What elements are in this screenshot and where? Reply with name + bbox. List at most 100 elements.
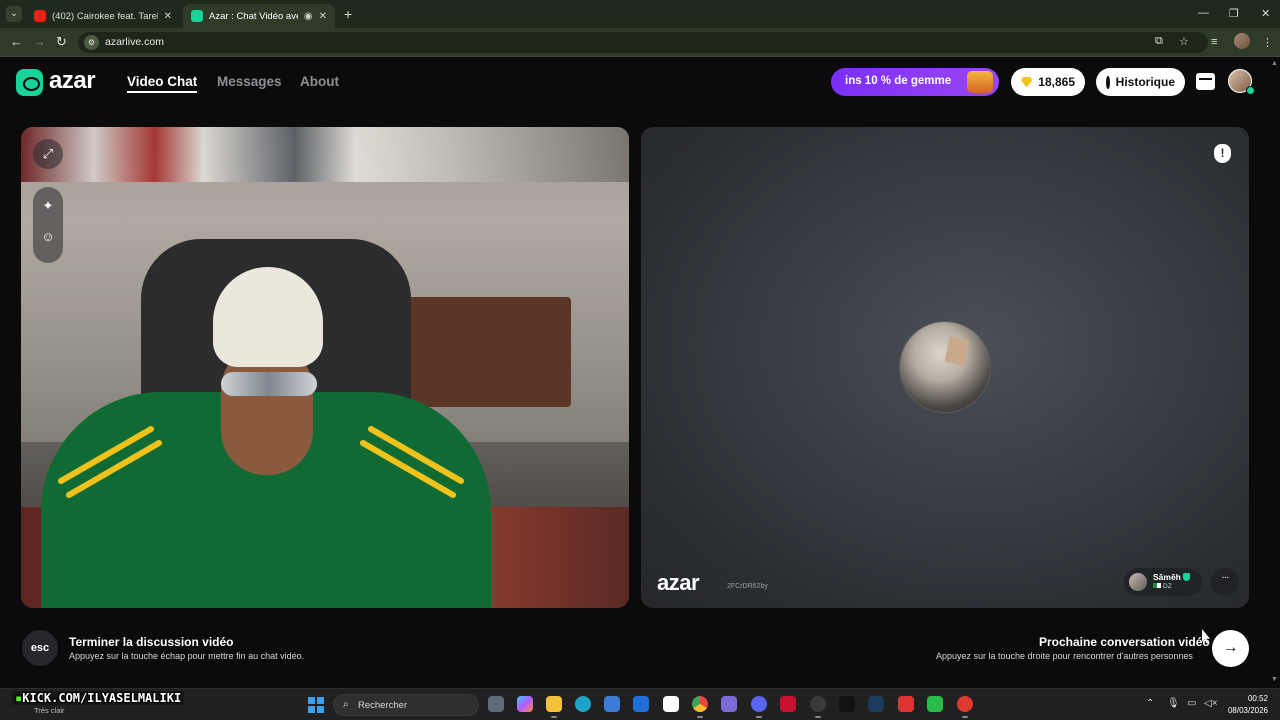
taskbar-search[interactable]: ⌕ Rechercher bbox=[333, 694, 479, 716]
partner-name-row: Sāmēh bbox=[1153, 572, 1190, 582]
store-icon[interactable] bbox=[604, 696, 620, 712]
weather-widget[interactable]: Très clair bbox=[34, 706, 65, 715]
volume-muted-icon[interactable]: ◁× bbox=[1204, 698, 1218, 709]
notification-app-icon[interactable] bbox=[957, 696, 973, 718]
next-chat-subtitle: Appuyez sur la touche droite pour rencon… bbox=[936, 651, 1193, 661]
site-info-icon[interactable]: ⚙ bbox=[84, 35, 99, 50]
forward-icon[interactable]: → bbox=[33, 34, 46, 49]
browser-tab-strip: ⌄ (402) Cairokee feat. Tarek El-Sh ✕ Aza… bbox=[0, 0, 1280, 28]
game-controller-icon[interactable] bbox=[721, 696, 737, 712]
verified-badge-icon bbox=[1182, 573, 1190, 581]
nav-video-chat[interactable]: Video Chat bbox=[127, 74, 198, 93]
microphone-icon[interactable]: 🎙 bbox=[1167, 698, 1180, 709]
remote-video-panel: ! azar 2FCrDR62by Sāmēh DZ bbox=[641, 127, 1249, 608]
restore-icon[interactable]: ❐ bbox=[1229, 7, 1239, 20]
stream-overlay-text: ▪KICK.COM/ILYASELMALIKI bbox=[12, 691, 185, 705]
adobe-icon[interactable] bbox=[780, 696, 796, 712]
scroll-down-icon[interactable]: ▼ bbox=[1271, 676, 1278, 683]
capcut-icon[interactable] bbox=[663, 696, 679, 712]
browser-menu-icon[interactable]: ⋮ bbox=[1262, 36, 1273, 49]
chat-bubble-icon[interactable] bbox=[1211, 568, 1239, 596]
next-arrow-button[interactable]: → bbox=[1212, 630, 1249, 667]
azar-header: azar Video Chat Messages About ins 10 % … bbox=[0, 57, 1280, 107]
end-chat-subtitle: Appuyez sur la touche échap pour mettre … bbox=[69, 651, 305, 661]
scroll-up-icon[interactable]: ▲ bbox=[1271, 60, 1278, 67]
fullscreen-icon[interactable]: ⤢ bbox=[33, 139, 63, 169]
bookmark-star-icon[interactable]: ☆ bbox=[1179, 35, 1189, 48]
copilot-icon[interactable] bbox=[517, 696, 533, 712]
tab-title: Azar : Chat Vidéo avec de bbox=[209, 10, 298, 22]
partner-country: DZ bbox=[1163, 583, 1172, 590]
online-status-dot bbox=[1246, 86, 1255, 95]
book-image bbox=[944, 336, 970, 366]
steam-icon[interactable] bbox=[868, 696, 884, 712]
person-beanie bbox=[213, 267, 323, 367]
chrome-icon[interactable] bbox=[692, 696, 708, 718]
overlay-url: KICK.COM/ILYASELMALIKI bbox=[22, 691, 182, 705]
search-placeholder: Rechercher bbox=[358, 700, 408, 711]
reading-list-icon[interactable]: ≡ bbox=[1211, 36, 1217, 48]
azar-logo-text[interactable]: azar bbox=[49, 67, 96, 95]
gaming-app-icon[interactable] bbox=[839, 696, 855, 712]
partner-country-row: DZ bbox=[1153, 583, 1172, 590]
obs-icon[interactable] bbox=[810, 696, 826, 718]
file-explorer-icon[interactable] bbox=[546, 696, 562, 718]
cast-icon[interactable]: ⧉ bbox=[1155, 35, 1163, 48]
nav-messages[interactable]: Messages bbox=[217, 74, 282, 89]
partner-name: Sāmēh bbox=[1153, 572, 1181, 582]
tab-search-button[interactable]: ⌄ bbox=[6, 6, 22, 22]
address-bar[interactable]: ⚙ azarlive.com ⧉ ☆ bbox=[78, 32, 1208, 53]
url-text: azarlive.com bbox=[105, 36, 164, 48]
azar-favicon-icon bbox=[191, 10, 203, 22]
treasure-chest-icon bbox=[967, 71, 993, 93]
new-tab-icon[interactable]: + bbox=[344, 6, 352, 22]
tab-title: (402) Cairokee feat. Tarek El-Sh bbox=[52, 10, 158, 22]
edge-icon[interactable] bbox=[575, 696, 591, 712]
gems-count: 18,865 bbox=[1038, 75, 1075, 89]
play-app-icon[interactable] bbox=[927, 696, 943, 712]
tab-azar[interactable]: Azar : Chat Vidéo avec de ◉ ✕ bbox=[183, 4, 335, 28]
azar-logo-icon[interactable] bbox=[16, 69, 43, 96]
back-icon[interactable]: ← bbox=[10, 34, 23, 49]
person-sunglasses bbox=[221, 372, 317, 396]
nav-about[interactable]: About bbox=[300, 74, 339, 89]
history-button[interactable]: Historique bbox=[1096, 68, 1185, 96]
close-tab-icon[interactable]: ✕ bbox=[164, 11, 172, 22]
esc-key-badge[interactable]: esc bbox=[22, 630, 58, 666]
effects-controls: ✦ ☺ bbox=[33, 187, 63, 263]
next-chat-title: Prochaine conversation vidéo bbox=[1039, 635, 1210, 649]
gems-balance-button[interactable]: 18,865 bbox=[1011, 68, 1085, 96]
close-window-icon[interactable]: ✕ bbox=[1261, 7, 1270, 20]
tray-overflow-icon[interactable]: ⌃ bbox=[1146, 698, 1154, 709]
network-icon[interactable]: ▭ bbox=[1187, 698, 1196, 709]
windows-taskbar: ▪KICK.COM/ILYASELMALIKI Très clair ⌕ Rec… bbox=[0, 688, 1280, 720]
partner-avatar bbox=[1129, 573, 1147, 591]
browser-profile-avatar[interactable] bbox=[1234, 33, 1250, 49]
youtube-icon bbox=[34, 10, 46, 22]
discord-icon[interactable] bbox=[751, 696, 767, 718]
face-mask-icon[interactable]: ☺ bbox=[33, 221, 63, 251]
close-tab-icon[interactable]: ✕ bbox=[319, 11, 327, 22]
magic-filter-icon[interactable]: ✦ bbox=[33, 191, 63, 221]
gem-promo-banner[interactable]: ins 10 % de gemme bbox=[831, 68, 999, 96]
user-avatar[interactable] bbox=[1228, 69, 1255, 95]
partner-info-chip[interactable]: Sāmēh DZ bbox=[1124, 568, 1202, 596]
clock-time[interactable]: 00:52 bbox=[1244, 694, 1268, 703]
end-chat-title: Terminer la discussion vidéo bbox=[69, 635, 234, 649]
tab-youtube[interactable]: (402) Cairokee feat. Tarek El-Sh ✕ bbox=[26, 4, 180, 28]
voicemod-icon[interactable] bbox=[898, 696, 914, 712]
gem-icon bbox=[1021, 76, 1033, 88]
task-view-icon[interactable] bbox=[488, 696, 504, 712]
outlook-icon[interactable] bbox=[633, 696, 649, 712]
windows-start-icon[interactable] bbox=[308, 697, 324, 713]
clock-date[interactable]: 08/03/2026 bbox=[1222, 706, 1268, 715]
inbox-icon[interactable] bbox=[1196, 73, 1215, 90]
background-clothes bbox=[21, 127, 629, 182]
minimize-icon[interactable]: — bbox=[1198, 7, 1209, 19]
promo-text: ins 10 % de gemme bbox=[845, 75, 952, 87]
algeria-flag-icon bbox=[1153, 583, 1161, 588]
history-label: Historique bbox=[1115, 75, 1175, 89]
recording-icon: ◉ bbox=[303, 10, 313, 22]
report-shield-icon[interactable]: ! bbox=[1214, 144, 1231, 163]
reload-icon[interactable]: ↻ bbox=[56, 34, 67, 50]
